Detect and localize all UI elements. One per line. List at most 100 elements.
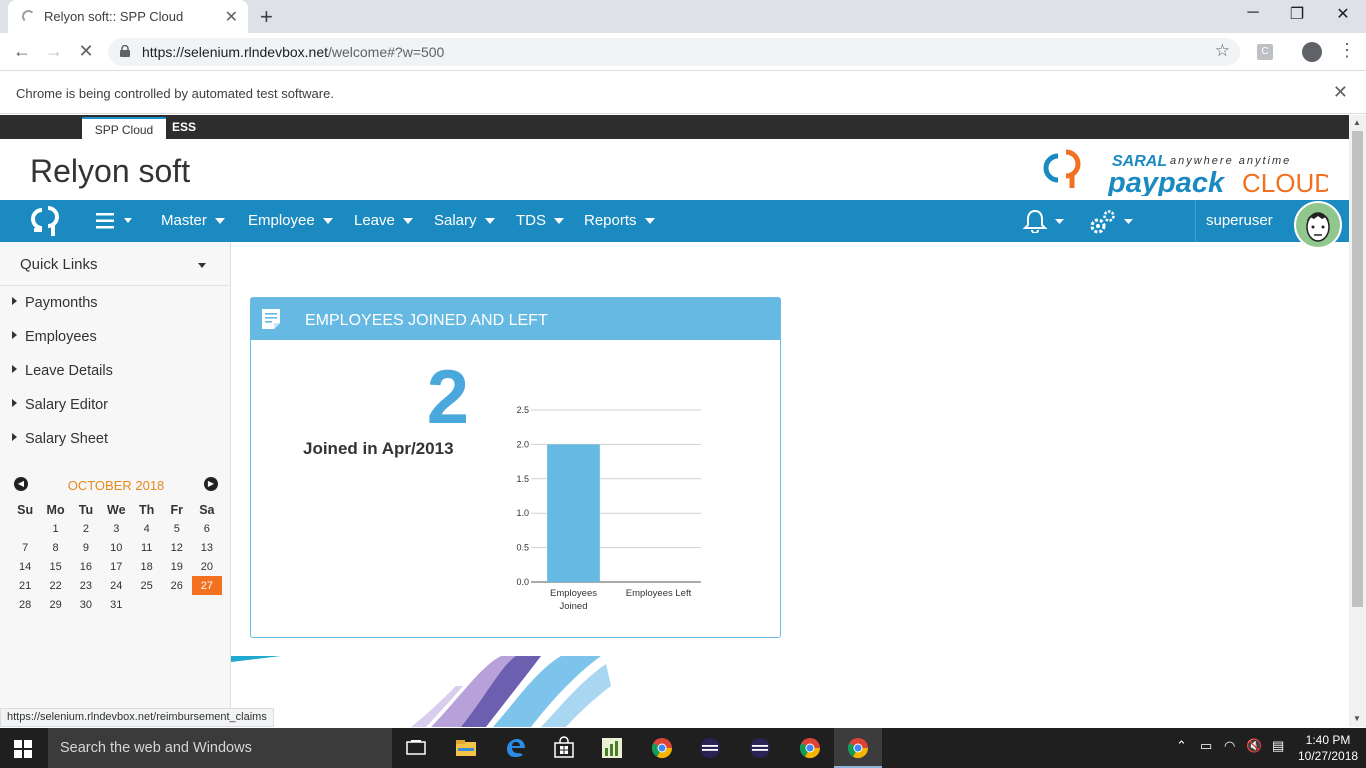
calendar-day[interactable]: 19 (162, 557, 192, 576)
calendar-day[interactable]: 3 (101, 519, 132, 538)
calendar-day[interactable]: 16 (71, 557, 101, 576)
calendar-weekday: Fr (170, 502, 184, 517)
calendar-day[interactable]: 28 (10, 595, 40, 614)
chrome-icon[interactable] (798, 736, 822, 760)
windows-start-icon[interactable] (14, 740, 32, 758)
eclipse-icon[interactable] (698, 736, 722, 760)
hamburger-menu-icon[interactable] (96, 212, 136, 230)
active-taskbar-item[interactable] (834, 728, 882, 768)
calendar-day[interactable]: 4 (132, 519, 162, 538)
calendar-day[interactable]: 9 (71, 538, 101, 557)
calendar-day[interactable]: 10 (101, 538, 132, 557)
file-explorer-icon[interactable] (454, 736, 478, 760)
taskbar-search-box[interactable]: Search the web and Windows (48, 728, 392, 768)
forward-icon[interactable]: → (42, 41, 66, 62)
calendar-day[interactable]: 23 (71, 576, 101, 595)
nav-leave[interactable]: Leave (354, 212, 413, 229)
quick-link-salary-sheet[interactable]: Salary Sheet (12, 431, 108, 447)
next-month-icon[interactable]: ▶ (204, 477, 218, 491)
calendar-day[interactable]: 31 (101, 595, 132, 614)
calendar-day[interactable]: 30 (71, 595, 101, 614)
taskbar-clock[interactable]: 1:40 PM 10/27/2018 (1298, 732, 1358, 764)
calendar-weekday: Mo (46, 502, 65, 517)
battery-icon[interactable]: ▭ (1200, 738, 1212, 754)
nav-tds[interactable]: TDS (516, 212, 564, 229)
calendar-day[interactable]: 17 (101, 557, 132, 576)
calendar-day[interactable]: 13 (192, 538, 222, 557)
nav-leave-label: Leave (354, 212, 395, 229)
scroll-up-icon[interactable]: ▲ (1353, 118, 1361, 127)
quick-link-leave-details[interactable]: Leave Details (12, 363, 113, 379)
calendar-day[interactable]: 8 (40, 538, 71, 557)
calendar-day[interactable]: 18 (132, 557, 162, 576)
calendar-day[interactable]: 1 (40, 519, 71, 538)
extension-icon[interactable]: C (1257, 44, 1273, 60)
calendar-day[interactable]: 5 (162, 519, 192, 538)
notifications-bell-icon[interactable] (1022, 209, 1068, 233)
more-menu-icon[interactable]: ⋮ (1338, 40, 1356, 61)
nav-employee[interactable]: Employee (248, 212, 333, 229)
close-tab-icon[interactable]: ✕ (225, 7, 238, 27)
caret-right-icon (12, 399, 17, 407)
calendar-day[interactable]: 25 (132, 576, 162, 595)
minimize-icon[interactable]: ─ (1238, 4, 1268, 22)
calendar-day[interactable]: 24 (101, 576, 132, 595)
address-bar[interactable]: https://selenium.rlndevbox.net/welcome#?… (108, 38, 1240, 66)
store-icon[interactable] (552, 736, 576, 760)
settings-gears-icon[interactable] (1088, 208, 1138, 236)
stop-icon[interactable]: ✕ (74, 41, 98, 62)
chrome-icon[interactable] (650, 736, 674, 760)
infobar-close-icon[interactable]: ✕ (1333, 82, 1348, 103)
calendar-day[interactable]: 2 (71, 519, 101, 538)
calendar-day[interactable]: 11 (132, 538, 162, 557)
calendar-day[interactable]: 6 (192, 519, 222, 538)
calendar-day[interactable]: 14 (10, 557, 40, 576)
calendar-day[interactable]: 27 (191, 576, 222, 595)
calendar-day[interactable]: 12 (162, 538, 192, 557)
nav-master[interactable]: Master (161, 212, 225, 229)
user-menu[interactable]: superuser (1195, 200, 1349, 249)
action-center-icon[interactable]: ▤ (1272, 738, 1284, 754)
quick-link-paymonths[interactable]: Paymonths (12, 295, 98, 311)
page-scrollbar[interactable]: ▲ ▼ (1349, 115, 1366, 727)
nav-salary[interactable]: Salary (434, 212, 495, 229)
quick-links-dropdown[interactable]: Quick Links (0, 242, 230, 286)
profile-icon[interactable] (1302, 42, 1322, 62)
wifi-icon[interactable]: ◠ (1224, 738, 1235, 754)
avatar[interactable] (1294, 201, 1342, 249)
new-tab-icon[interactable]: + (260, 4, 273, 30)
volume-muted-icon[interactable]: 🔇 (1246, 738, 1262, 754)
calendar-day[interactable]: 20 (192, 557, 222, 576)
caret-right-icon (12, 297, 17, 305)
quick-link-label: Leave Details (25, 363, 113, 379)
browser-tab[interactable]: Relyon soft:: SPP Cloud ✕ (8, 0, 248, 33)
edge-browser-icon[interactable] (504, 736, 528, 760)
scrollbar-thumb[interactable] (1352, 131, 1363, 607)
quick-link-label: Employees (25, 329, 97, 345)
app-home-logo-icon[interactable] (24, 204, 72, 238)
show-hidden-icons-icon[interactable]: ⌃ (1176, 738, 1187, 754)
quick-link-salary-editor[interactable]: Salary Editor (12, 397, 108, 413)
scroll-down-icon[interactable]: ▼ (1353, 714, 1361, 723)
eclipse-icon[interactable] (748, 736, 772, 760)
restore-icon[interactable]: ❐ (1282, 4, 1312, 24)
task-view-icon[interactable] (404, 736, 428, 760)
quick-link-label: Paymonths (25, 295, 98, 311)
calendar-day[interactable]: 7 (10, 538, 40, 557)
bookmark-star-icon[interactable]: ☆ (1215, 41, 1230, 61)
calendar-day[interactable]: 26 (162, 576, 192, 595)
chart-app-icon[interactable] (600, 736, 624, 760)
close-window-icon[interactable]: ✕ (1328, 4, 1358, 24)
tab-ess[interactable]: ESS (172, 120, 196, 134)
product-switcher: SPP Cloud ESS (0, 115, 1349, 141)
quick-link-employees[interactable]: Employees (12, 329, 97, 345)
automation-infobar: Chrome is being controlled by automated … (0, 72, 1366, 114)
calendar-day[interactable]: 22 (40, 576, 71, 595)
back-icon[interactable]: ← (10, 41, 34, 62)
nav-reports[interactable]: Reports (584, 212, 655, 229)
calendar-day[interactable]: 29 (40, 595, 71, 614)
chart-bar[interactable] (547, 444, 600, 582)
tab-spp-cloud[interactable]: SPP Cloud (82, 117, 166, 141)
calendar-day[interactable]: 21 (10, 576, 40, 595)
calendar-day[interactable]: 15 (40, 557, 71, 576)
